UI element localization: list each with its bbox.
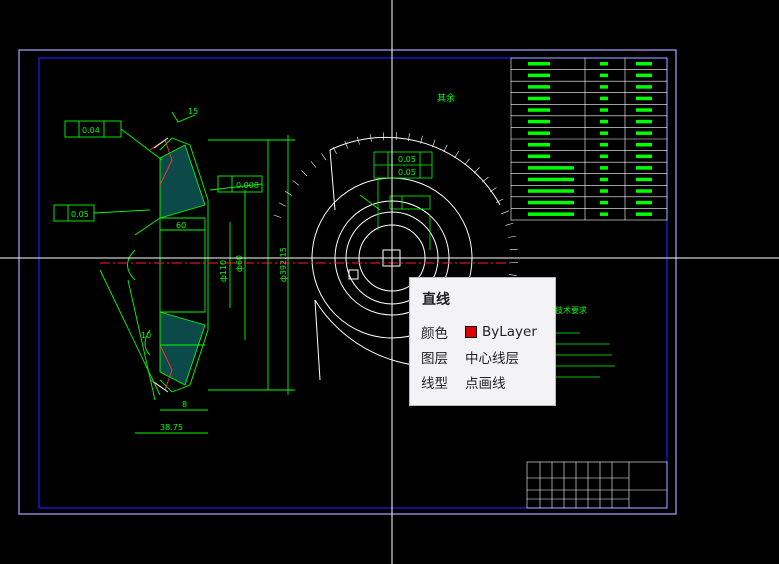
table-cell-mark xyxy=(600,200,608,205)
gear-tooth-tick xyxy=(508,235,517,238)
cad-drawing-canvas[interactable]: 0.04 0.05 0.008 15 60 10 8 38.75 ф110 ф6… xyxy=(0,0,779,564)
table-cell-mark xyxy=(636,108,652,112)
gear-tooth-tick xyxy=(505,222,514,226)
svg-text:ф392.15: ф392.15 xyxy=(279,247,288,282)
table-cell-mark xyxy=(636,189,652,193)
tooltip-key: 图层 xyxy=(421,350,448,367)
svg-text:其余: 其余 xyxy=(437,92,455,104)
table-cell-mark xyxy=(636,166,652,170)
table-cell-mark xyxy=(528,189,574,193)
gear-tooth-tick xyxy=(509,248,518,251)
svg-text:10: 10 xyxy=(141,331,151,340)
tech-requirements-lines xyxy=(556,332,615,378)
table-cell-mark xyxy=(636,177,652,182)
table-cell-mark xyxy=(528,73,550,78)
sheet-border-outer xyxy=(18,49,677,515)
tooltip-key: 线型 xyxy=(421,375,448,392)
gear-tooth-tick xyxy=(382,132,385,141)
tooltip-row-color: 颜色 ByLayer xyxy=(421,319,544,344)
gear-tooth-tick xyxy=(473,167,480,174)
table-cell-mark xyxy=(636,96,652,101)
table-cell-mark xyxy=(528,85,550,89)
gear-tooth-tick xyxy=(292,180,300,186)
gear-tooth-tick xyxy=(321,153,327,161)
table-cell-mark xyxy=(600,212,608,216)
table-cell-mark xyxy=(600,166,608,170)
tooltip-value: 中心线层 xyxy=(465,350,519,367)
tooltip-row-linetype: 线型 点画线 xyxy=(421,369,544,394)
table-cell-mark xyxy=(600,131,608,135)
tooltip-value: 点画线 xyxy=(465,375,506,392)
gear-parameter-table xyxy=(510,57,668,221)
table-cell-mark xyxy=(528,166,574,170)
table-cell-mark xyxy=(600,73,608,78)
title-block xyxy=(526,461,668,509)
color-swatch-icon xyxy=(465,325,477,338)
table-cell-mark xyxy=(636,119,652,124)
gear-tooth-tick xyxy=(301,170,308,177)
tooltip-title: 直线 xyxy=(422,292,450,308)
table-cell-mark xyxy=(600,108,608,112)
table-cell-mark xyxy=(528,212,574,216)
table-cell-mark xyxy=(600,62,608,66)
table-cell-mark xyxy=(528,62,550,66)
table-cell-mark xyxy=(528,131,550,135)
table-cell-mark xyxy=(528,96,550,101)
tooltip-value: ByLayer xyxy=(482,323,537,340)
table-cell-mark xyxy=(600,85,608,89)
table-cell-mark xyxy=(528,119,550,124)
table-cell-mark xyxy=(600,189,608,193)
table-cell-mark xyxy=(636,143,652,147)
svg-text:0.04: 0.04 xyxy=(82,126,100,135)
table-cell-mark xyxy=(600,154,608,159)
svg-text:60: 60 xyxy=(176,221,186,230)
table-cell-mark xyxy=(528,143,550,147)
gear-tooth-tick xyxy=(454,150,460,159)
gear-tooth-tick xyxy=(344,141,349,149)
svg-text:0.008: 0.008 xyxy=(236,181,259,190)
table-cell-mark xyxy=(528,177,574,182)
gear-tooth-tick xyxy=(443,144,448,153)
table-cell-mark xyxy=(600,177,608,182)
table-cell-mark xyxy=(600,119,608,124)
gear-tooth-tick xyxy=(273,214,282,218)
table-cell-mark xyxy=(636,73,652,78)
table-cell-mark xyxy=(636,154,652,159)
crosshair-cursor xyxy=(0,0,779,564)
gear-tooth-tick xyxy=(284,190,293,196)
table-cell-mark xyxy=(636,131,652,135)
tooltip-key: 颜色 xyxy=(421,325,448,342)
table-cell-mark xyxy=(528,200,574,205)
table-cell-mark xyxy=(600,143,608,147)
svg-text:38.75: 38.75 xyxy=(160,423,183,432)
gear-tooth-tick xyxy=(464,158,470,166)
table-cell-mark xyxy=(636,62,652,66)
table-cell-mark xyxy=(636,212,652,216)
svg-text:15: 15 xyxy=(188,107,198,116)
svg-text:8: 8 xyxy=(182,400,187,409)
table-cell-mark xyxy=(636,85,652,89)
gear-tooth-tick xyxy=(278,202,287,207)
gear-tooth-tick xyxy=(501,210,509,215)
table-cell-mark xyxy=(528,108,550,112)
gear-tooth-tick xyxy=(482,176,489,183)
table-cell-mark xyxy=(528,154,550,159)
table-cell-mark xyxy=(636,200,652,205)
object-property-tooltip: 直线 颜色 ByLayer 图层 中心线层 线型 点画线 xyxy=(409,277,556,406)
svg-text:0.05: 0.05 xyxy=(398,168,416,177)
svg-text:0.05: 0.05 xyxy=(398,155,416,164)
gear-tooth-tick xyxy=(508,274,517,276)
table-cell-mark xyxy=(600,96,608,101)
tooltip-row-layer: 图层 中心线层 xyxy=(421,344,544,369)
svg-text:0.05: 0.05 xyxy=(71,210,89,219)
gear-tooth-tick xyxy=(310,161,317,168)
svg-text:技术要求: 技术要求 xyxy=(555,305,587,315)
gear-section-view xyxy=(53,111,295,434)
